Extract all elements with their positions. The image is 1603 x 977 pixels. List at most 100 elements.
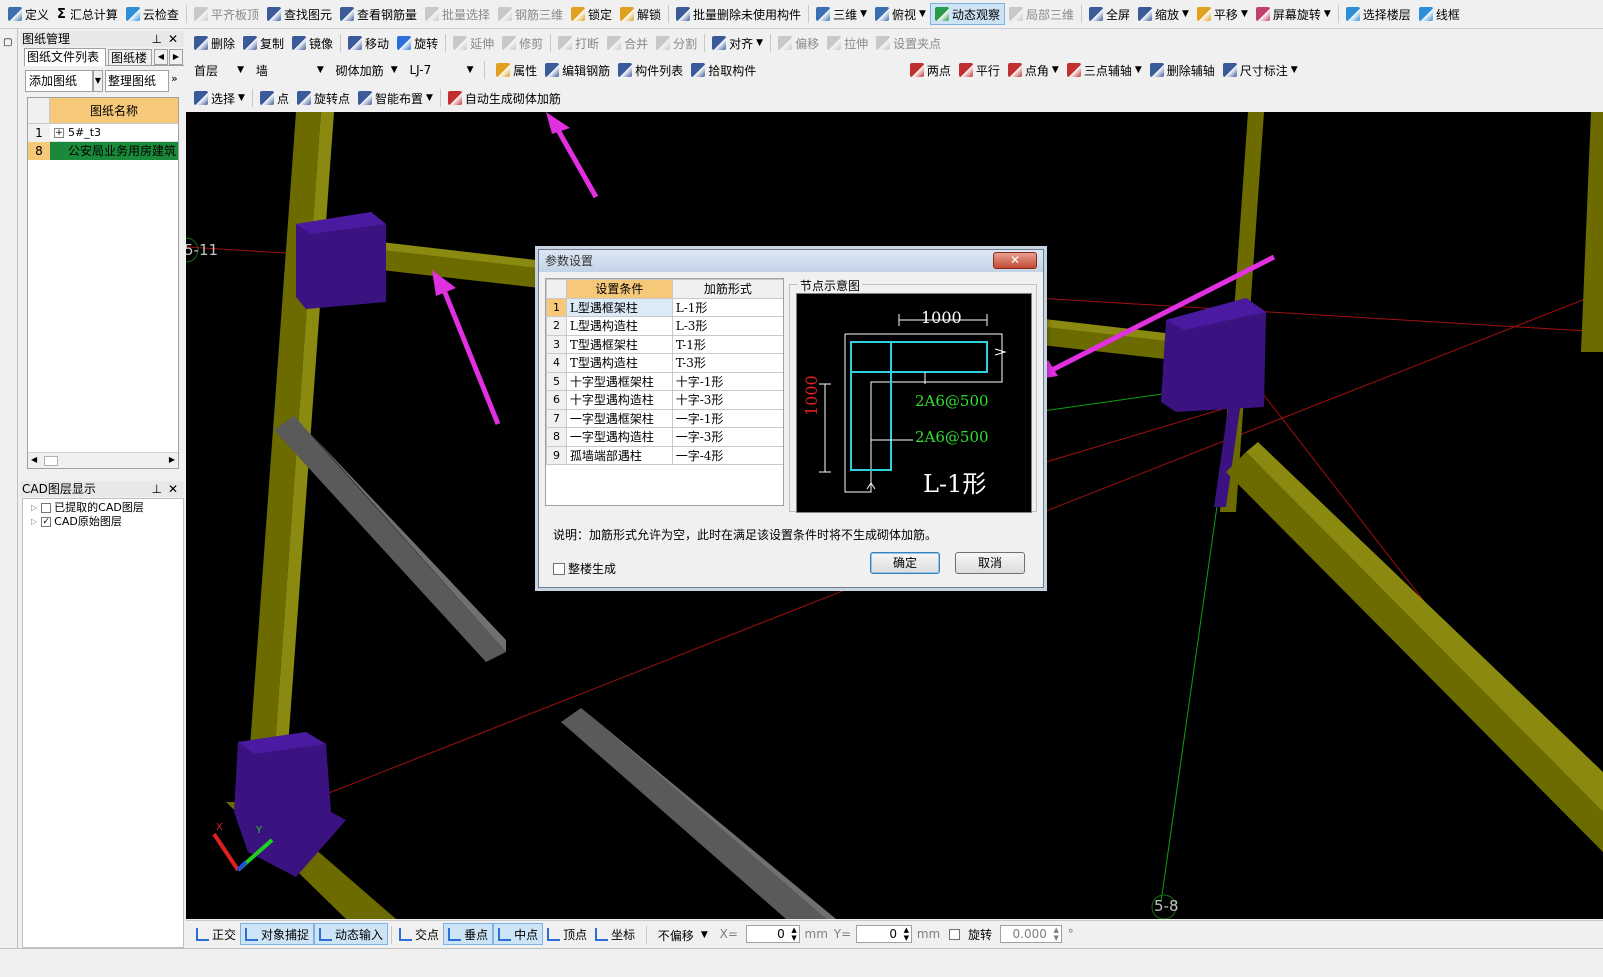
zoom-fit-button[interactable]: 全屏 xyxy=(1085,2,1134,26)
y-input[interactable]: 0 ▲ ▼ xyxy=(855,925,912,943)
rotate-button[interactable]: 旋转 xyxy=(393,31,442,55)
cursor-button[interactable]: 选择 ▼ xyxy=(190,86,249,110)
delete-button[interactable]: 删除 xyxy=(190,31,239,55)
component-select[interactable]: LJ-7 ▼ xyxy=(405,60,477,80)
form-cell[interactable]: L-3形 xyxy=(671,316,783,336)
pin-icon[interactable]: ⊥ xyxy=(152,31,162,47)
checkbox-box[interactable] xyxy=(553,562,565,575)
delete-axis-button[interactable]: 删除辅轴 xyxy=(1146,58,1219,82)
form-cell[interactable]: 一字-1形 xyxy=(671,408,783,428)
copy-button[interactable]: 复制 xyxy=(239,31,288,55)
floor-select-button[interactable]: 选择楼层 xyxy=(1342,2,1415,26)
expand-icon[interactable]: + xyxy=(54,128,64,138)
point-angle-axis-button[interactable]: 点角 ▼ xyxy=(1004,58,1063,82)
more-icon[interactable]: » xyxy=(171,72,178,85)
expand-icon[interactable]: ▷ xyxy=(31,515,37,529)
condition-cell[interactable]: L型遇构造柱 xyxy=(565,316,673,336)
binoculars-button[interactable]: 查找图元 xyxy=(263,2,336,26)
lock-button[interactable]: 锁定 xyxy=(567,2,616,26)
cad-layer-item[interactable]: ▷ 已提取的CAD图层 xyxy=(31,501,144,515)
batch-delete-button[interactable]: 批量删除未使用构件 xyxy=(672,2,805,26)
tab-scroll-right-icon[interactable]: ▶ xyxy=(169,49,183,65)
table-row[interactable]: 8 公安局业务用房建筑 xyxy=(28,142,178,160)
tab-drawing-floors[interactable]: 图纸楼层 xyxy=(108,49,152,66)
add-drawing-dropdown-icon[interactable]: ▼ xyxy=(93,70,103,92)
screen-rotate-button[interactable]: 屏幕旋转 ▼ xyxy=(1252,2,1335,26)
snap-toggle[interactable]: 对象捕捉 xyxy=(240,923,315,945)
dynamic-input-toggle[interactable]: 动态输入 xyxy=(314,923,389,945)
condition-cell[interactable]: T型遇构造柱 xyxy=(565,353,673,373)
move-button[interactable]: 移动 xyxy=(344,31,393,55)
pick-button[interactable]: 拾取构件 xyxy=(687,58,760,82)
form-cell[interactable]: T-1形 xyxy=(671,334,783,354)
checkbox-box[interactable] xyxy=(949,928,961,940)
add-drawing-button[interactable]: 添加图纸 xyxy=(25,70,93,92)
properties-button[interactable]: 属性 xyxy=(492,58,541,82)
vertex-toggle[interactable]: 顶点 xyxy=(543,923,591,945)
spinner-icon[interactable]: ▲ ▼ xyxy=(904,926,909,942)
layer-checkbox[interactable] xyxy=(41,503,52,513)
pin-icon[interactable]: ⊥ xyxy=(152,481,162,497)
rotate-input[interactable]: 0.000 ▲ ▼ xyxy=(999,925,1062,943)
edit-rebar-button[interactable]: 编辑钢筋 xyxy=(541,58,614,82)
floor-select[interactable]: 首层 ▼ xyxy=(190,60,248,80)
rotate-checkbox[interactable]: 旋转 xyxy=(945,923,996,945)
scroll-right-icon[interactable]: ▶ xyxy=(169,455,175,464)
scroll-left-icon[interactable]: ◀ xyxy=(31,455,37,464)
three-point-axis-button[interactable]: 三点辅轴 ▼ xyxy=(1063,58,1146,82)
condition-cell[interactable]: 十字型遇框架柱 xyxy=(565,371,673,391)
collapse-icon[interactable]: ▢ xyxy=(3,37,12,48)
auto-generate-button[interactable]: 自动生成砌体加筋 xyxy=(444,86,565,110)
table-row[interactable]: 8 一字型遇构造柱 一字-3形 xyxy=(546,427,783,447)
offset-mode-select[interactable]: 不偏移 ▼ xyxy=(654,925,712,945)
condition-cell[interactable]: 一字型遇构造柱 xyxy=(565,427,673,447)
point-button[interactable]: 点 xyxy=(256,86,293,110)
grip-button[interactable]: 设置夹点 xyxy=(872,31,945,55)
align-button[interactable]: 对齐 ▼ xyxy=(708,31,767,55)
form-cell[interactable]: T-3形 xyxy=(671,353,783,373)
cloud-check-button[interactable]: 云检查 xyxy=(122,2,183,26)
table-row[interactable]: 4 T型遇构造柱 T-3形 xyxy=(546,353,783,373)
extend-button[interactable]: 延伸 xyxy=(449,31,498,55)
table-row[interactable]: 1 L型遇框架柱 L-1形 xyxy=(546,297,783,317)
wireframe-button[interactable]: 线框 xyxy=(1415,2,1464,26)
x-input[interactable]: 0 ▲ ▼ xyxy=(745,925,800,943)
offset-button[interactable]: 偏移 xyxy=(774,31,823,55)
table-row[interactable]: 9 孤墙端部遇柱 一字-4形 xyxy=(546,445,783,465)
pan-hand-button[interactable]: 平移 ▼ xyxy=(1193,2,1252,26)
form-cell[interactable]: 一字-4形 xyxy=(671,445,783,465)
parallel-axis-button[interactable]: 平行 xyxy=(955,58,1004,82)
form-cell[interactable]: 一字-3形 xyxy=(671,427,783,447)
component-list-button[interactable]: 构件列表 xyxy=(614,58,687,82)
condition-cell[interactable]: L型遇框架柱 xyxy=(565,297,673,317)
spinner-icon[interactable]: ▲ ▼ xyxy=(791,926,796,942)
define-button[interactable]: 定义 xyxy=(4,2,53,26)
condition-cell[interactable]: 孤墙端部遇柱 xyxy=(565,445,673,465)
tab-drawing-files[interactable]: 图纸文件列表 xyxy=(24,48,106,66)
layer-checkbox-checked[interactable]: ✓ xyxy=(41,517,52,527)
dimension-button[interactable]: 尺寸标注 ▼ xyxy=(1219,58,1302,82)
whole-building-checkbox[interactable]: 整楼生成 xyxy=(553,560,616,577)
sigma-button[interactable]: Σ 汇总计算 xyxy=(53,2,122,26)
close-icon[interactable]: ✕ xyxy=(168,481,178,497)
table-row[interactable]: 5 十字型遇框架柱 十字-1形 xyxy=(546,371,783,391)
table-row[interactable]: 7 一字型遇框架柱 一字-1形 xyxy=(546,408,783,428)
rebar-view-button[interactable]: 查看钢筋量 xyxy=(336,2,421,26)
ok-button[interactable]: 确定 xyxy=(870,552,940,574)
condition-cell[interactable]: 一字型遇框架柱 xyxy=(565,408,673,428)
cancel-button[interactable]: 取消 xyxy=(955,552,1025,574)
orbit-button[interactable]: 动态观察 xyxy=(929,3,1005,25)
intersect-toggle[interactable]: 交点 xyxy=(395,923,443,945)
midpoint-toggle[interactable]: 中点 xyxy=(493,923,544,945)
close-button[interactable]: ✕ xyxy=(993,252,1037,269)
table-row[interactable]: 1 + 5#_t3 xyxy=(28,124,178,142)
form-cell[interactable]: 十字-1形 xyxy=(671,371,783,391)
table-row[interactable]: 3 T型遇框架柱 T-1形 xyxy=(546,334,783,354)
condition-cell[interactable]: T型遇框架柱 xyxy=(565,334,673,354)
expand-icon[interactable]: ▷ xyxy=(31,501,37,515)
batch-select-button[interactable]: 批量选择 xyxy=(421,2,494,26)
form-cell[interactable]: 十字-3形 xyxy=(671,390,783,410)
local-3d-button[interactable]: 局部三维 xyxy=(1005,2,1078,26)
mirror-button[interactable]: 镜像 xyxy=(288,31,337,55)
horizontal-scrollbar[interactable]: ◀ ▶ xyxy=(28,452,178,468)
